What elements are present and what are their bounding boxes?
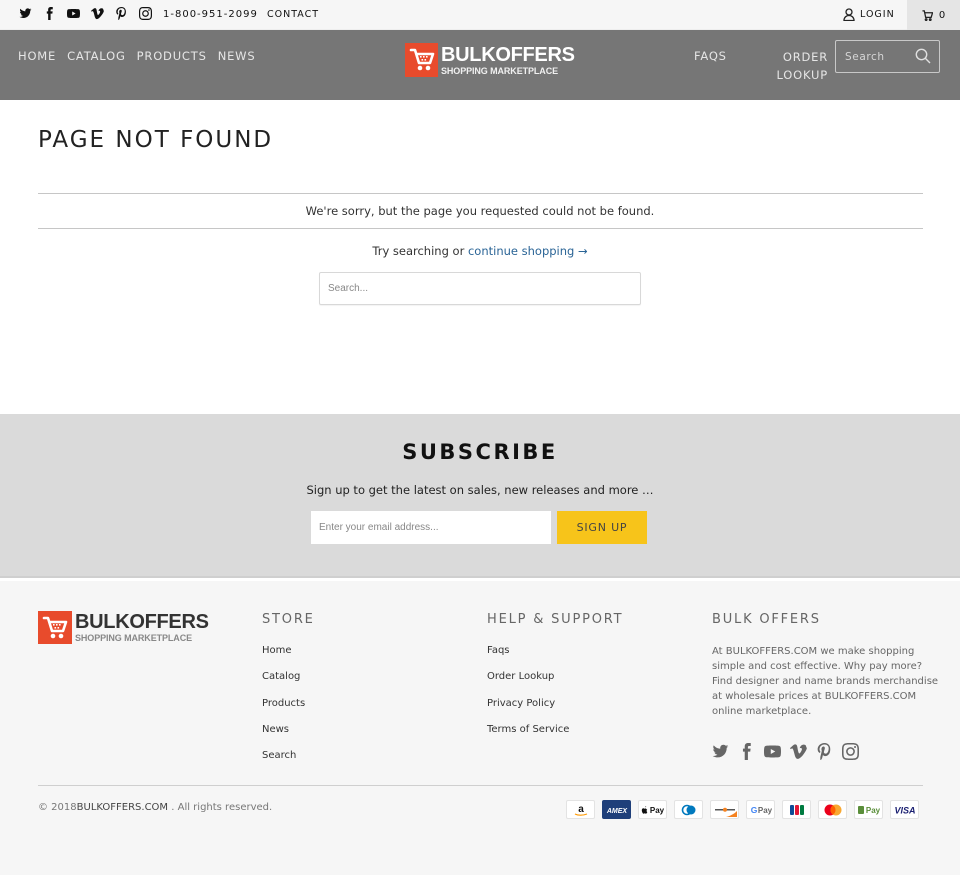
footer-link-news[interactable]: News — [262, 724, 289, 735]
try-prefix: Try searching or — [372, 244, 468, 258]
shopify-pay-icon: Pay — [854, 800, 883, 819]
subscribe-section: SUBSCRIBE Sign up to get the latest on s… — [0, 414, 960, 578]
visa-icon: VISA — [890, 800, 919, 819]
svg-text:Pay: Pay — [865, 806, 880, 815]
footer-about-heading: BULK OFFERS — [712, 612, 821, 627]
mastercard-icon — [818, 800, 847, 819]
email-field-wrap — [311, 511, 551, 544]
top-bar: 1-800-951-2099 CONTACTUS LOGIN 0 — [0, 0, 960, 50]
pinterest-icon[interactable] — [115, 7, 139, 23]
payment-icons: a AMEX Pay G Pay Pay VISA — [566, 800, 919, 819]
google-pay-icon: G Pay — [746, 800, 775, 819]
instagram-icon[interactable] — [842, 743, 868, 761]
pinterest-icon[interactable] — [816, 743, 842, 761]
twitter-icon[interactable] — [19, 7, 43, 23]
footer-link-order-lookup[interactable]: Order Lookup — [487, 671, 554, 682]
page-title: PAGE NOT FOUND — [38, 127, 274, 153]
footer-link-search[interactable]: Search — [262, 750, 296, 761]
nav-catalog[interactable]: CATALOG — [67, 49, 126, 63]
nav-products[interactable]: PRODUCTS — [137, 49, 207, 63]
try-searching-text: Try searching or continue shopping → — [0, 244, 960, 258]
login-link[interactable]: LOGIN — [843, 8, 895, 21]
copyright-site-link[interactable]: BULKOFFERS.COM — [77, 802, 168, 813]
copyright: © 2018BULKOFFERS.COM . All rights reserv… — [38, 802, 272, 813]
youtube-icon[interactable] — [67, 7, 91, 23]
contact-line-1: CONTACT — [267, 9, 320, 20]
footer-help-heading: HELP & SUPPORT — [487, 612, 624, 627]
facebook-icon[interactable] — [43, 7, 67, 23]
footer-social-links — [712, 743, 942, 761]
footer-link-terms-of-service[interactable]: Terms of Service — [487, 724, 569, 735]
phone-link[interactable]: 1-800-951-2099 — [163, 9, 258, 20]
footer-divider — [38, 785, 923, 786]
logo-cart-icon — [405, 43, 438, 77]
cart-button[interactable]: 0 — [907, 0, 960, 30]
content-search-input[interactable] — [320, 273, 640, 304]
jcb-icon — [782, 800, 811, 819]
diners-club-icon — [674, 800, 703, 819]
amex-icon: AMEX — [602, 800, 631, 819]
subscribe-text: Sign up to get the latest on sales, new … — [306, 483, 654, 497]
copyright-suffix: . All rights reserved. — [168, 802, 273, 813]
facebook-icon[interactable] — [738, 743, 764, 761]
divider — [38, 228, 923, 229]
amazon-pay-icon: a — [566, 800, 595, 819]
search-icon[interactable] — [915, 48, 931, 64]
twitter-icon[interactable] — [712, 743, 738, 761]
footer-logo-tagline: SHOPPING MARKETPLACE — [75, 633, 193, 643]
svg-text:Pay: Pay — [757, 806, 772, 815]
site-logo[interactable]: BULKOFFERS SHOPPING MARKETPLACE — [405, 43, 575, 77]
login-label: LOGIN — [860, 9, 895, 20]
svg-text:Pay: Pay — [649, 806, 664, 815]
footer-logo[interactable]: BULKOFFERS SHOPPING MARKETPLACE — [38, 611, 209, 644]
nav-faqs[interactable]: FAQS — [694, 49, 727, 63]
footer-store-heading: STORE — [262, 612, 315, 627]
youtube-icon[interactable] — [764, 743, 790, 761]
email-input[interactable] — [311, 511, 551, 544]
nav-order-lookup[interactable]: ORDER LOOKUP — [775, 48, 828, 84]
logo-tagline: SHOPPING MARKETPLACE — [441, 65, 559, 76]
logo-brand: BULKOFFERS — [441, 43, 575, 66]
svg-text:a: a — [578, 804, 584, 815]
subscribe-title: SUBSCRIBE — [402, 440, 558, 464]
continue-shopping-link[interactable]: continue shopping → — [468, 244, 588, 258]
header-search-input[interactable] — [836, 41, 911, 72]
main-nav: HOME CATALOG PRODUCTS NEWS — [18, 49, 255, 63]
header-search — [835, 40, 940, 73]
topbar-social-links — [19, 7, 163, 23]
svg-text:VISA: VISA — [894, 805, 915, 815]
footer-link-home[interactable]: Home — [262, 645, 292, 656]
footer-logo-brand: BULKOFFERS — [75, 611, 209, 633]
footer-link-faqs[interactable]: Faqs — [487, 645, 510, 656]
cart-count: 0 — [938, 9, 946, 21]
instagram-icon[interactable] — [139, 7, 163, 23]
footer-link-catalog[interactable]: Catalog — [262, 671, 300, 682]
vimeo-icon[interactable] — [790, 743, 816, 761]
logo-cart-icon — [38, 611, 72, 644]
footer-about-text: At BULKOFFERS.COM we make shopping simpl… — [712, 646, 939, 717]
vimeo-icon[interactable] — [91, 7, 115, 23]
footer: BULKOFFERS SHOPPING MARKETPLACE STORE Ho… — [0, 580, 960, 875]
copyright-prefix: © 2018 — [38, 802, 77, 813]
main-header: HOME CATALOG PRODUCTS NEWS BULKOFFERS SH… — [0, 30, 960, 100]
cart-icon — [922, 9, 933, 21]
svg-text:G: G — [750, 805, 757, 815]
divider — [38, 193, 923, 194]
content-search — [319, 272, 641, 305]
footer-store-column: STORE Home Catalog Products News Search — [262, 612, 315, 775]
sign-up-button[interactable]: SIGN UP — [557, 511, 647, 544]
discover-icon — [710, 800, 739, 819]
order-line-1: ORDER — [782, 50, 828, 64]
order-line-2: LOOKUP — [776, 68, 828, 82]
footer-help-column: HELP & SUPPORT Faqs Order Lookup Privacy… — [487, 612, 623, 749]
footer-link-products[interactable]: Products — [262, 698, 305, 709]
svg-text:AMEX: AMEX — [605, 808, 628, 815]
footer-link-privacy-policy[interactable]: Privacy Policy — [487, 698, 555, 709]
nav-home[interactable]: HOME — [18, 49, 56, 63]
nav-news[interactable]: NEWS — [218, 49, 256, 63]
not-found-message: We're sorry, but the page you requested … — [305, 204, 655, 218]
user-icon — [843, 8, 855, 21]
apple-pay-icon: Pay — [638, 800, 667, 819]
footer-about-column: BULK OFFERS At BULKOFFERS.COM we make sh… — [712, 612, 942, 761]
